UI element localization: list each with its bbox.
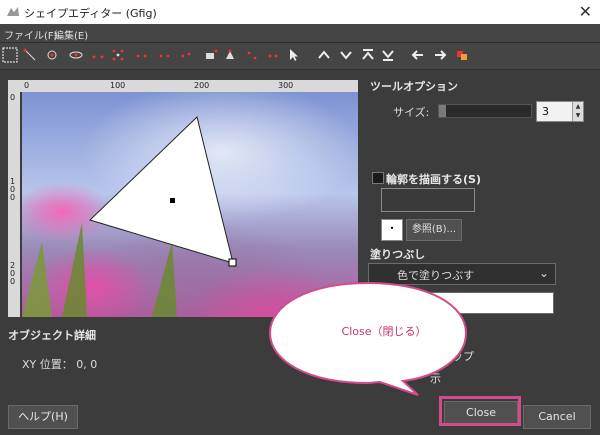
tool-options-title: ツールオプション (370, 80, 458, 93)
outline-label[interactable]: 輪郭を描画する(S) (386, 171, 481, 187)
size-label: サイズ: (393, 106, 430, 119)
help-button[interactable]: ヘルプ(H) (8, 405, 78, 429)
ruler-tick-label: 0 (24, 81, 30, 90)
menu-file[interactable]: ファイル(F) (4, 27, 58, 42)
close-icon[interactable]: ✕ (579, 2, 592, 21)
outline-checkbox[interactable] (372, 172, 384, 184)
copy-object-icon[interactable] (244, 47, 260, 63)
polygon-tool-icon[interactable] (110, 47, 126, 63)
ruler-tick-label: 300 (278, 81, 294, 90)
center-handle[interactable] (170, 198, 175, 203)
spin-arrows-icon[interactable]: ▲ ▼ (572, 102, 583, 121)
title-bar: シェイプエディター (Gfig) ✕ (0, 0, 600, 24)
gimp-app-icon (7, 7, 19, 16)
chevron-down-icon: ⌄ (538, 266, 549, 280)
arrow-right-icon[interactable] (432, 47, 448, 63)
delete-object-icon[interactable] (266, 47, 282, 63)
move-object-icon[interactable] (204, 47, 220, 63)
horizontal-ruler: 0 100 200 300 (22, 80, 358, 92)
toolbar (0, 43, 600, 70)
raise-to-top-icon[interactable] (360, 47, 376, 63)
brush-swatch-button[interactable]: • (381, 219, 403, 241)
ruler-tick-label: 200 (194, 81, 210, 90)
menu-bar: ファイル(F) 編集(E) (0, 24, 600, 43)
size-value: 3 (542, 105, 549, 118)
select-object-icon[interactable] (286, 47, 302, 63)
ruler-tick-label: 100 (110, 81, 126, 90)
ruler-tick-label: 1 0 0 (10, 177, 16, 202)
ruler-tick-label: 2 0 0 (10, 261, 16, 286)
size-spinbox[interactable]: 3 ▲ ▼ (536, 101, 584, 122)
arrow-left-icon[interactable] (410, 47, 426, 63)
cancel-button[interactable]: Cancel (523, 405, 591, 429)
ellipse-tool-icon[interactable] (68, 47, 84, 63)
line-tool-icon[interactable] (2, 47, 18, 63)
move-point-icon[interactable] (222, 47, 238, 63)
raise-object-icon[interactable] (316, 47, 332, 63)
ruler-tick-label: 0 (10, 93, 16, 102)
lower-object-icon[interactable] (338, 47, 354, 63)
circle-tool-icon[interactable] (44, 47, 60, 63)
vertex-handle[interactable] (228, 258, 237, 267)
spiral-tool-icon[interactable] (156, 47, 172, 63)
show-all-icon[interactable] (454, 47, 470, 63)
browse-button[interactable]: 参照(B)... (406, 219, 462, 241)
bezier-tool-icon[interactable] (178, 47, 194, 63)
star-tool-icon[interactable] (134, 47, 150, 63)
vertical-ruler: 0 1 0 0 2 0 0 (8, 92, 20, 317)
close-button-highlight (439, 396, 521, 426)
rectangle-tool-icon[interactable] (22, 47, 38, 63)
menu-edit[interactable]: 編集(E) (54, 27, 88, 42)
xy-position: XY 位置： 0, 0 (22, 358, 98, 371)
size-slider-fill (439, 105, 447, 117)
triangle-shape[interactable] (89, 116, 234, 264)
ruler-corner (8, 80, 22, 92)
fill-title: 塗りつぶし (370, 248, 426, 261)
callout-bubble (268, 281, 468, 396)
size-slider[interactable] (438, 104, 532, 118)
outline-pattern-button[interactable] (381, 188, 475, 212)
object-details-title: オブジェクト詳細 (8, 329, 96, 342)
lower-to-bottom-icon[interactable] (380, 47, 396, 63)
window-title: シェイプエディター (Gfig) (24, 7, 157, 20)
arc-tool-icon[interactable] (90, 47, 106, 63)
